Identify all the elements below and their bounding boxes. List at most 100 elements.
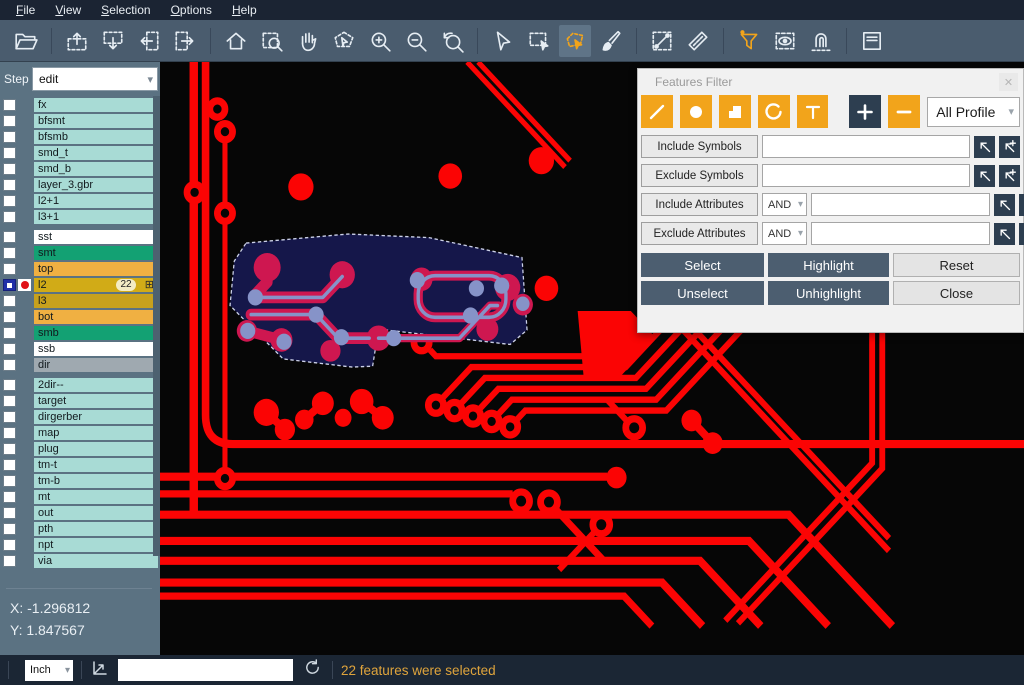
highlight-button[interactable]: Highlight xyxy=(768,253,889,277)
layer-name[interactable]: fx ⊞ xyxy=(34,98,158,112)
sync-icon[interactable] xyxy=(303,658,322,682)
layer-row[interactable]: npt ⊞ xyxy=(3,538,158,552)
layer-active-indicator[interactable] xyxy=(18,343,31,355)
layer-row[interactable]: smt ⊞ xyxy=(3,246,158,260)
angle-measure-icon[interactable] xyxy=(90,658,110,683)
layer-active-indicator[interactable] xyxy=(18,247,31,259)
layer-visibility-checkbox[interactable] xyxy=(3,99,16,111)
units-select[interactable]: Inch ▾ xyxy=(25,660,73,681)
layer-active-indicator[interactable] xyxy=(18,147,31,159)
text-feature-button[interactable] xyxy=(797,95,829,128)
layer-visibility-checkbox[interactable] xyxy=(3,475,16,487)
zoom-previous-icon[interactable] xyxy=(436,25,468,57)
include-attributes-input[interactable] xyxy=(811,193,990,216)
include-symbols-button[interactable]: Include Symbols xyxy=(641,135,758,158)
view-options-icon[interactable] xyxy=(769,25,801,57)
layer-name[interactable]: ssb ⊞ xyxy=(34,342,158,356)
layer-active-indicator[interactable] xyxy=(18,507,31,519)
layer-row[interactable]: l2+1 ⊞ xyxy=(3,194,158,208)
layer-active-indicator[interactable] xyxy=(18,539,31,551)
layer-active-indicator[interactable] xyxy=(18,115,31,127)
layer-row[interactable]: dir ⊞ xyxy=(3,358,158,372)
layer-active-indicator[interactable] xyxy=(18,379,31,391)
layer-row[interactable]: via ⊞ xyxy=(3,554,158,568)
select-polygon-icon[interactable] xyxy=(559,25,591,57)
layer-row[interactable]: map ⊞ xyxy=(3,426,158,440)
layer-row[interactable]: dirgerber ⊞ xyxy=(3,410,158,424)
layer-row[interactable]: sst ⊞ xyxy=(3,230,158,244)
layer-name[interactable]: smb ⊞ xyxy=(34,326,158,340)
layer-row[interactable]: fx ⊞ xyxy=(3,98,158,112)
layer-active-indicator[interactable] xyxy=(18,427,31,439)
layer-visibility-checkbox[interactable] xyxy=(3,343,16,355)
pick-attribute-icon[interactable] xyxy=(994,223,1015,245)
layer-name[interactable]: pth ⊞ xyxy=(34,522,158,536)
pick-symbol-icon[interactable] xyxy=(974,165,995,187)
layer-active-indicator[interactable] xyxy=(18,523,31,535)
layer-active-indicator[interactable] xyxy=(18,359,31,371)
exclude-symbols-button[interactable]: Exclude Symbols xyxy=(641,164,758,187)
layer-active-indicator[interactable] xyxy=(18,263,31,275)
layer-name[interactable]: dirgerber ⊞ xyxy=(34,410,158,424)
layer-row[interactable]: layer_3.gbr ⊞ xyxy=(3,178,158,192)
layer-name[interactable]: bfsmb ⊞ xyxy=(34,130,158,144)
layer-active-indicator[interactable] xyxy=(18,395,31,407)
layer-visibility-checkbox[interactable] xyxy=(3,295,16,307)
layer-visibility-checkbox[interactable] xyxy=(3,427,16,439)
pick-add-attribute-icon[interactable] xyxy=(1019,194,1024,216)
command-input[interactable] xyxy=(118,659,293,681)
nudge-up-icon[interactable] xyxy=(61,25,93,57)
layer-name[interactable]: 2dir-- ⊞ xyxy=(34,378,158,392)
layer-name[interactable]: map ⊞ xyxy=(34,426,158,440)
layer-visibility-checkbox[interactable] xyxy=(3,247,16,259)
layer-active-indicator[interactable] xyxy=(18,475,31,487)
layer-name[interactable]: smd_t ⊞ xyxy=(34,146,158,160)
layer-active-indicator[interactable] xyxy=(18,491,31,503)
layer-visibility-checkbox[interactable] xyxy=(3,263,16,275)
layer-visibility-checkbox[interactable] xyxy=(3,279,16,291)
layer-visibility-checkbox[interactable] xyxy=(3,231,16,243)
zoom-in-icon[interactable] xyxy=(364,25,396,57)
measure-line-icon[interactable] xyxy=(646,25,678,57)
nudge-down-icon[interactable] xyxy=(97,25,129,57)
include-logic-select[interactable]: AND ▾ xyxy=(762,193,807,216)
layer-row[interactable]: pth ⊞ xyxy=(3,522,158,536)
layer-active-indicator[interactable] xyxy=(18,211,31,223)
layer-name[interactable]: bot ⊞ xyxy=(34,310,158,324)
open-file-icon[interactable] xyxy=(10,25,42,57)
pick-attribute-icon[interactable] xyxy=(994,194,1015,216)
layer-name[interactable]: layer_3.gbr ⊞ xyxy=(34,178,158,192)
pick-add-symbol-icon[interactable] xyxy=(999,136,1020,158)
layer-visibility-checkbox[interactable] xyxy=(3,359,16,371)
layer-name[interactable]: l2+1 ⊞ xyxy=(34,194,158,208)
layer-active-indicator[interactable] xyxy=(18,131,31,143)
layer-row[interactable]: target ⊞ xyxy=(3,394,158,408)
pick-symbol-icon[interactable] xyxy=(974,136,995,158)
menu-item[interactable]: Options xyxy=(161,1,222,19)
line-feature-button[interactable] xyxy=(641,95,673,128)
subtract-filter-button[interactable] xyxy=(888,95,920,128)
menu-item[interactable]: File xyxy=(6,1,45,19)
exclude-symbols-input[interactable] xyxy=(762,164,970,187)
layer-visibility-checkbox[interactable] xyxy=(3,311,16,323)
close-icon[interactable]: ✕ xyxy=(999,73,1018,91)
layer-visibility-checkbox[interactable] xyxy=(3,443,16,455)
zoom-window-icon[interactable] xyxy=(256,25,288,57)
layer-row[interactable]: ssb ⊞ xyxy=(3,342,158,356)
layer-name[interactable]: plug ⊞ xyxy=(34,442,158,456)
layer-visibility-checkbox[interactable] xyxy=(3,395,16,407)
layer-row[interactable]: bfsmb ⊞ xyxy=(3,130,158,144)
features-filter-icon[interactable] xyxy=(733,25,765,57)
layer-row[interactable]: tm-t ⊞ xyxy=(3,458,158,472)
layer-visibility-checkbox[interactable] xyxy=(3,379,16,391)
layer-row[interactable]: smd_b ⊞ xyxy=(3,162,158,176)
layer-active-indicator[interactable] xyxy=(18,99,31,111)
layer-name[interactable]: mt ⊞ xyxy=(34,490,158,504)
nudge-left-icon[interactable] xyxy=(133,25,165,57)
layer-visibility-checkbox[interactable] xyxy=(3,131,16,143)
profile-select[interactable]: All Profile ▾ xyxy=(927,97,1020,127)
zoom-polygon-icon[interactable] xyxy=(328,25,360,57)
unhighlight-button[interactable]: Unhighlight xyxy=(768,281,889,305)
layer-row[interactable]: 2dir-- ⊞ xyxy=(3,378,158,392)
layer-name[interactable]: dir ⊞ xyxy=(34,358,158,372)
